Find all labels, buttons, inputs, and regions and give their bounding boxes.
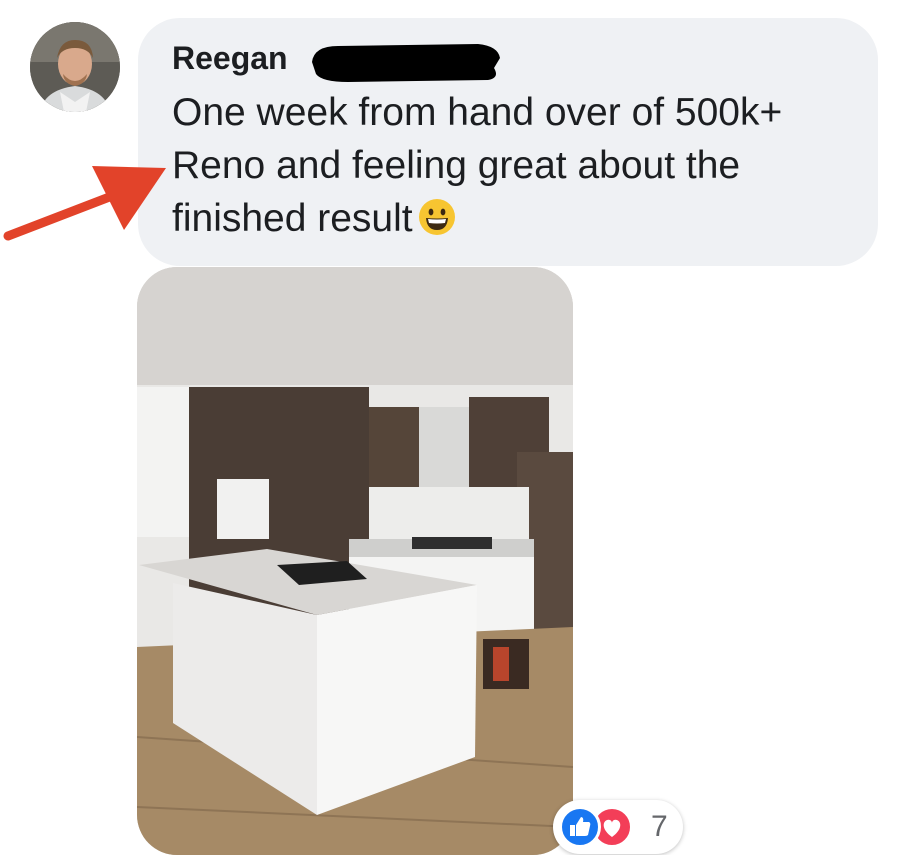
comment-author-name[interactable]: Reegan (172, 40, 288, 77)
kitchen-renovation-photo (137, 267, 573, 855)
avatar-image (30, 22, 120, 112)
comment-text: One week from hand over of 500k+ Reno an… (172, 86, 852, 245)
red-arrow-icon (3, 166, 166, 241)
attached-photo[interactable] (137, 267, 573, 855)
like-reaction-icon (559, 806, 601, 848)
avatar[interactable] (30, 22, 120, 112)
reactions-summary[interactable]: 7 (553, 800, 683, 854)
grinning-face-emoji-icon (417, 197, 457, 237)
reaction-count: 7 (651, 810, 668, 843)
comment-body: One week from hand over of 500k+ Reno an… (172, 91, 783, 240)
redaction-mark (312, 44, 500, 82)
